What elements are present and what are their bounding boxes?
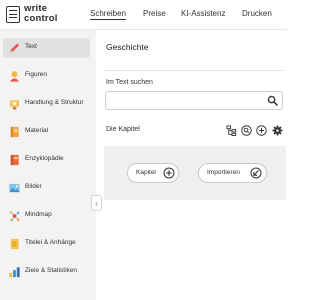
search-icon[interactable] — [267, 95, 278, 106]
nav-preise[interactable]: Preise — [143, 9, 166, 18]
bar-chart-icon — [9, 267, 20, 278]
sidebar-item-titelei[interactable]: Titelei & Anhänge — [3, 234, 90, 254]
sidebar-item-ziele[interactable]: Ziele & Statistiken — [3, 262, 90, 282]
pencil-icon — [9, 43, 20, 53]
top-bar: write control Schreiben Preise KI-Assist… — [0, 0, 287, 30]
nav-ki-assistenz[interactable]: KI-Assistenz — [181, 9, 225, 18]
logo-mark-icon — [6, 6, 20, 23]
import-arrow-icon — [250, 167, 262, 179]
timeline-icon — [9, 100, 20, 110]
add-chapter-label: Kapitel — [136, 169, 156, 176]
page-title: Geschichte — [106, 42, 149, 52]
chapters-title: Die Kapitel — [106, 126, 140, 133]
sidebar-collapse-button[interactable]: ‹ — [91, 195, 102, 211]
sidebar-item-label: Ziele & Statistiken — [25, 267, 78, 274]
person-icon — [9, 71, 20, 82]
notebook-icon — [10, 126, 19, 138]
search-box[interactable] — [105, 91, 283, 110]
encyclopedia-icon — [10, 154, 19, 166]
gear-icon[interactable] — [272, 125, 283, 136]
image-icon — [9, 183, 20, 193]
sidebar-item-label: Enzyklopädie — [25, 155, 64, 162]
sidebar-item-bilder[interactable]: Bilder — [3, 178, 90, 198]
mindmap-icon — [9, 211, 20, 222]
sidebar-item-label: Text — [25, 43, 37, 50]
logo-text: write control — [24, 3, 58, 24]
document-icon — [10, 238, 19, 250]
add-circle-icon[interactable] — [256, 125, 267, 136]
sidebar-item-label: Titelei & Anhänge — [25, 239, 76, 246]
import-button[interactable]: Importieren — [198, 163, 267, 183]
title-divider — [104, 70, 284, 71]
sidebar-item-label: Mindmap — [25, 211, 52, 218]
sidebar-item-label: Material — [25, 127, 49, 134]
app-logo[interactable]: write control — [6, 4, 66, 26]
plus-circle-icon — [163, 167, 175, 179]
nav-schreiben[interactable]: Schreiben — [90, 9, 126, 18]
sidebar-item-label: Handlung & Struktur — [25, 99, 84, 106]
search-label: Im Text suchen — [106, 79, 153, 86]
sidebar-item-label: Bilder — [25, 183, 42, 190]
import-label: Importieren — [207, 169, 240, 176]
chapters-panel: Kapitel Importieren — [104, 146, 286, 200]
sidebar-item-handlung[interactable]: Handlung & Struktur — [3, 94, 90, 114]
nav-drucken[interactable]: Drucken — [242, 9, 272, 18]
sidebar-item-figuren[interactable]: Figuren — [3, 66, 90, 86]
sidebar-item-material[interactable]: Material — [3, 122, 90, 142]
sidebar-item-mindmap[interactable]: Mindmap — [3, 206, 90, 226]
add-chapter-button[interactable]: Kapitel — [127, 163, 179, 183]
sidebar-item-label: Figuren — [25, 71, 48, 78]
sidebar-item-enzyklopaedie[interactable]: Enzyklopädie — [3, 150, 90, 170]
search-circle-icon[interactable] — [241, 125, 252, 136]
search-input[interactable] — [110, 94, 264, 109]
tree-structure-icon[interactable] — [226, 125, 237, 136]
sidebar: Text Figuren Handlung & Struktur Materia… — [0, 30, 96, 300]
sidebar-item-text[interactable]: Text — [3, 38, 90, 58]
